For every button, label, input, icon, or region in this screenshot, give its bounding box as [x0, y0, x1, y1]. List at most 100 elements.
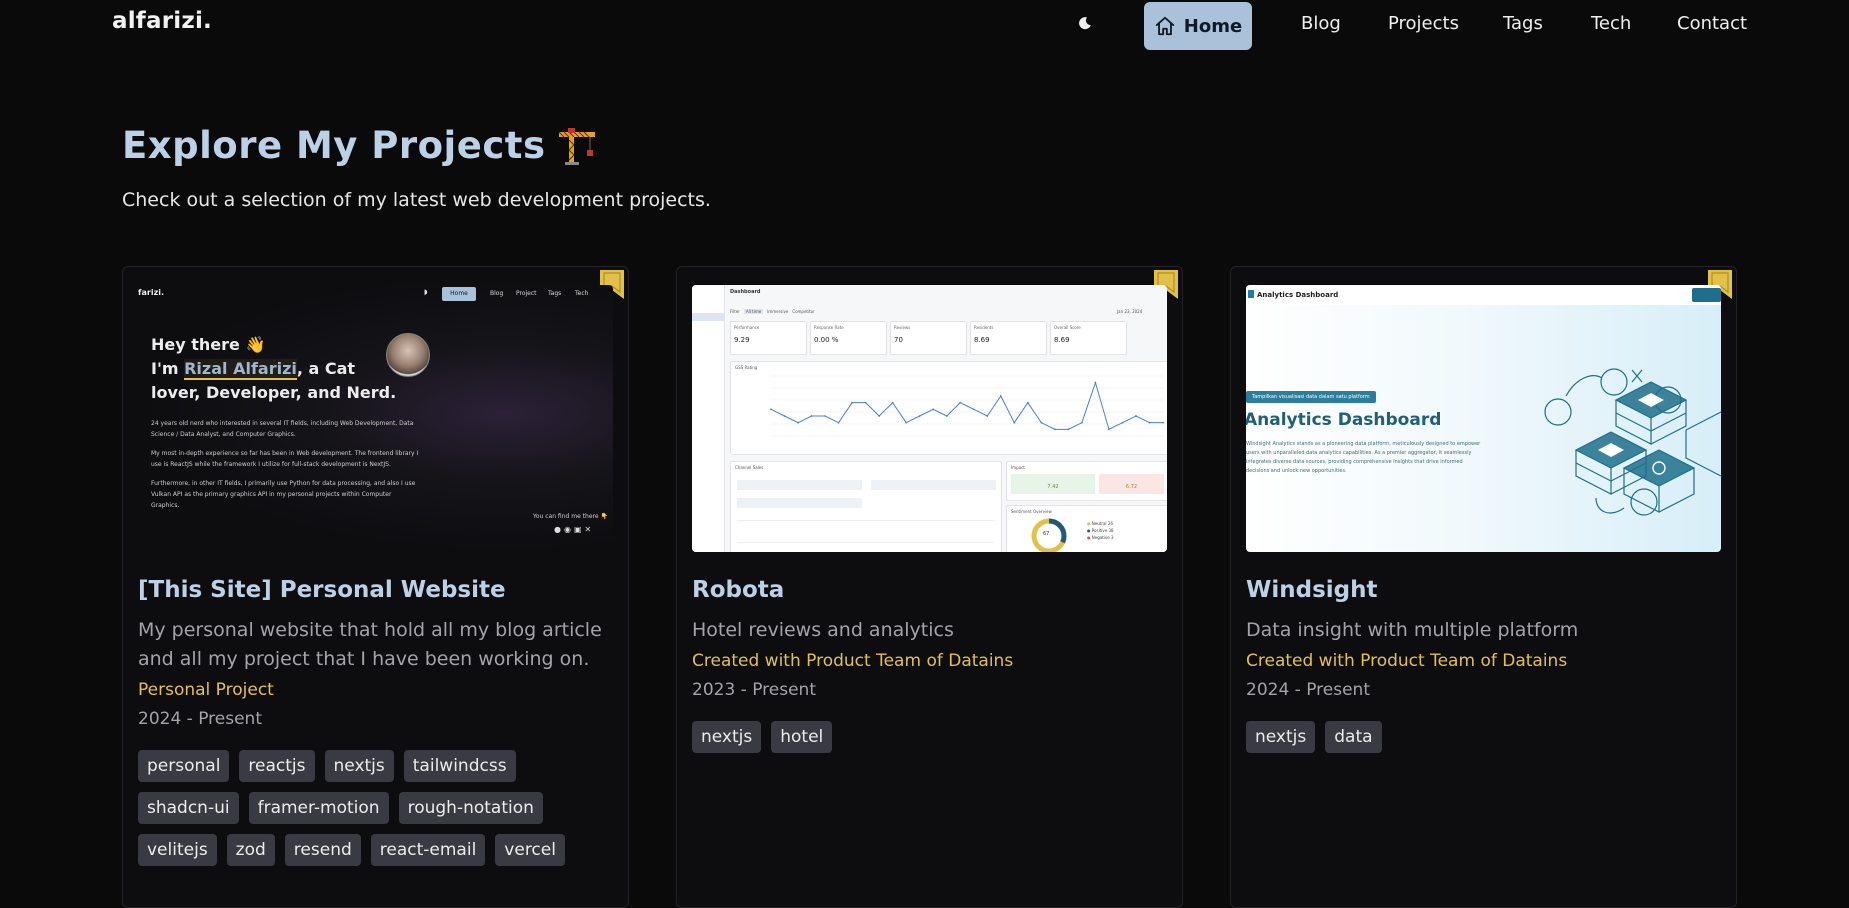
thumb-paragraph-1: 24 years old nerd who interested in seve…	[151, 420, 414, 438]
tag-chip[interactable]: hotel	[771, 721, 833, 753]
project-card[interactable]: Dashboard Filter All time Immersive Comp…	[676, 266, 1183, 908]
thumb-divider	[737, 520, 995, 521]
nav-link-tags[interactable]: Tags	[1503, 13, 1543, 34]
tag-chip[interactable]: vercel	[495, 834, 565, 866]
tag-chip[interactable]: zod	[226, 834, 275, 866]
thumb-sentiment-panel: Sentiment Overview 67 ● Neutral 26 ● Pos…	[1006, 505, 1167, 552]
thumb-stat-card: Reviews 70	[890, 321, 967, 355]
thumb-legend-label: Neutral	[1091, 521, 1107, 526]
project-title[interactable]: Robota	[692, 577, 784, 603]
thumb-sidebar-active	[692, 313, 724, 321]
thumb-stat-card: Residents 8.69	[970, 321, 1047, 355]
tag-chip[interactable]: shadcn-ui	[138, 792, 239, 824]
tag-chip[interactable]: react-email	[370, 834, 486, 866]
thumb-line-point	[891, 401, 894, 404]
nav-home-button[interactable]: Home	[1144, 2, 1252, 50]
tag-chip[interactable]: nextjs	[692, 721, 762, 753]
thumb-line-point	[864, 401, 867, 404]
thumb-line-chart: GSS Rating	[730, 361, 1167, 455]
thumb-line-point	[918, 415, 921, 417]
project-tags: personal reactjs nextjs tailwindcss shad…	[138, 750, 618, 866]
project-title[interactable]: [This Site] Personal Website	[138, 577, 506, 603]
thumb-ring-label: Sentiment Overview	[1011, 509, 1052, 514]
project-team: Personal Project	[138, 680, 274, 700]
thumb-line-point	[1080, 421, 1083, 424]
thumb-logo: farizi.	[138, 288, 165, 297]
project-description: Data insight with multiple platform	[1246, 619, 1579, 641]
thumb-filter: Competitor	[792, 309, 815, 314]
thumb-app-logo-icon	[1248, 290, 1254, 298]
page-title-text: Explore My Projects	[122, 124, 546, 167]
thumb-sidebar	[692, 285, 725, 552]
construction-crane-icon	[559, 127, 596, 165]
thumb-moon-icon: ◗	[424, 288, 428, 296]
tag-chip[interactable]: velitejs	[138, 834, 217, 866]
thumb-line-point	[1067, 428, 1070, 431]
thumb-stat-value: 70	[894, 336, 903, 344]
nav-home-label: Home	[1183, 15, 1243, 37]
top-nav: alfarizi. Home Blog Projects Tags Tech C…	[0, 0, 1849, 52]
thumb-divider	[737, 542, 995, 543]
thumb-line-point	[783, 415, 786, 417]
project-date: 2024 - Present	[1246, 680, 1370, 700]
home-icon	[1155, 16, 1174, 36]
tag-chip[interactable]: personal	[138, 750, 230, 782]
thumb-date-range: Jan 23, 2024	[1117, 309, 1143, 314]
thumb-sales-panel: Channel Sales	[730, 461, 1002, 552]
thumb-stat-value: 8.69	[1054, 336, 1070, 344]
tag-chip[interactable]: tailwindcss	[403, 750, 516, 782]
site-logo[interactable]: alfarizi.	[112, 8, 212, 34]
moon-icon[interactable]	[1078, 16, 1092, 30]
thumb-intro-rest: , a Cat	[296, 359, 356, 378]
thumb-line-point	[986, 415, 989, 417]
thumb-donut-value: 67	[1043, 531, 1050, 537]
thumb-line-series	[770, 380, 1163, 431]
thumb-sales-label: Channel Sales	[735, 465, 764, 470]
thumb-stat-label: Reviews	[894, 325, 911, 330]
tag-chip[interactable]: framer-motion	[248, 792, 389, 824]
thumb-filters: Filter All time Immersive Competitor	[730, 309, 815, 314]
project-title[interactable]: Windsight	[1246, 577, 1378, 603]
thumb-social-icons: ●◉▣✕	[554, 525, 595, 534]
thumb-impact-value: 7.42	[1011, 474, 1095, 494]
thumb-line-point	[878, 415, 881, 417]
project-date: 2024 - Present	[138, 709, 262, 729]
thumb-stat-value: 9.29	[734, 336, 750, 344]
tag-chip[interactable]: nextjs	[324, 750, 394, 782]
thumb-line-point	[1121, 421, 1124, 424]
tag-chip[interactable]: data	[1325, 721, 1382, 753]
thumb-nav-home: Home	[442, 287, 476, 301]
tag-chip[interactable]: resend	[284, 834, 361, 866]
tag-chip[interactable]: nextjs	[1246, 721, 1316, 753]
thumb-stat-label: Response Rate	[814, 325, 844, 330]
thumb-stat-value: 0.00 %	[814, 336, 839, 344]
nav-link-contact[interactable]: Contact	[1677, 13, 1747, 34]
thumb-line-point	[824, 415, 826, 417]
thumb-line-point	[1040, 421, 1043, 424]
thumb-legend-value: 38	[1108, 528, 1114, 533]
thumb-heading: Dashboard	[730, 289, 761, 295]
nav-link-tech[interactable]: Tech	[1591, 13, 1631, 34]
project-card[interactable]: Analytics Dashboard Tampilkan visualisas…	[1230, 266, 1737, 908]
thumb-stat-card: Response Rate 0.00 %	[810, 321, 887, 355]
project-card[interactable]: farizi. ◗ Home Blog Project Tags Tech He…	[122, 266, 629, 908]
thumb-line-point	[1135, 415, 1137, 417]
thumb-avatar	[386, 333, 430, 377]
nav-link-projects[interactable]: Projects	[1388, 13, 1459, 34]
nav-link-blog[interactable]: Blog	[1301, 13, 1341, 34]
page-subtitle: Check out a selection of my latest web d…	[122, 189, 711, 211]
thumb-body: Windsight Analytics stands as a pioneeri…	[1246, 441, 1481, 474]
thumb-legend-label: Negative	[1091, 535, 1110, 540]
page-title: Explore My Projects	[122, 124, 599, 167]
thumb-app-name: Analytics Dashboard	[1257, 291, 1339, 299]
project-tags: nextjs hotel	[692, 721, 1172, 753]
thumb-line-point	[932, 408, 935, 411]
project-thumbnail: Dashboard Filter All time Immersive Comp…	[692, 285, 1167, 552]
thumb-intro-prefix: I'm	[151, 359, 179, 378]
thumb-line-point	[1053, 428, 1056, 431]
thumb-stat-label: Residents	[974, 325, 994, 330]
thumb-line-point	[1026, 401, 1029, 404]
tag-chip[interactable]: rough-notation	[398, 792, 543, 824]
tag-chip[interactable]: reactjs	[239, 750, 315, 782]
thumb-sales-bar	[737, 498, 862, 508]
